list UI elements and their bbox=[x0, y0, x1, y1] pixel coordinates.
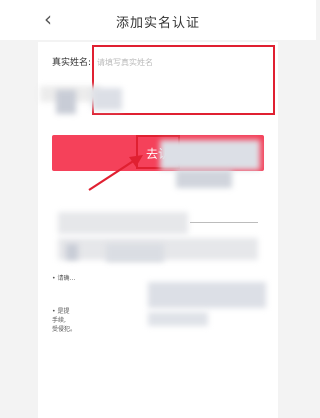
blurred-region bbox=[106, 244, 164, 262]
section-divider bbox=[190, 222, 258, 223]
note-item: • 是提 手续, 受侵犯。 bbox=[52, 308, 77, 333]
blurred-region bbox=[66, 244, 78, 260]
blurred-region bbox=[148, 282, 266, 308]
pointer-arrow-icon bbox=[88, 155, 143, 191]
blurred-region bbox=[148, 312, 208, 326]
note-item: • 请确… bbox=[52, 275, 76, 282]
blurred-region bbox=[58, 212, 188, 234]
